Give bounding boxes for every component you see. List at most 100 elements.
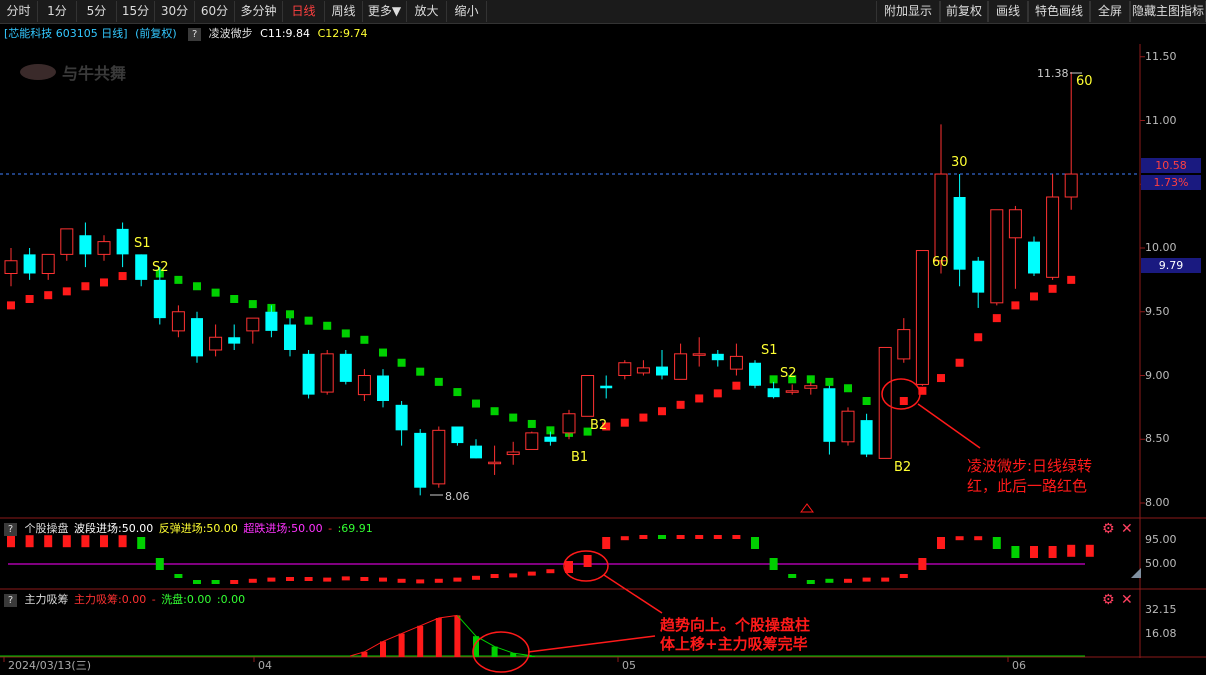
candle-body <box>339 353 352 382</box>
callout-text: 体上移+主力吸筹完毕 <box>660 635 808 653</box>
candle-body <box>785 390 799 393</box>
settings-gear-icon[interactable]: ⚙ <box>1102 521 1115 537</box>
trail-dot <box>658 407 666 416</box>
trail-dot <box>992 314 1001 323</box>
panel1-bar <box>844 578 852 583</box>
candle-body <box>432 429 446 485</box>
panel1-bar <box>137 537 146 549</box>
panel1-bar <box>397 578 406 583</box>
panel1-bar <box>304 577 313 581</box>
date-label: 04 <box>258 659 272 672</box>
panel2-bar <box>380 641 386 657</box>
panel2-accum: 主力吸筹:0.00 <box>74 593 147 606</box>
settings-gear-icon[interactable]: ⚙ <box>1102 592 1115 608</box>
trail-dot <box>25 295 34 303</box>
panel1-help-icon[interactable]: ? <box>4 522 17 536</box>
trail-dot <box>490 407 499 416</box>
candle-body <box>990 209 1004 304</box>
trail-dot <box>620 418 629 427</box>
panel1-bar <box>490 574 499 578</box>
candle-body <box>246 317 260 332</box>
panel2-help-icon[interactable]: ? <box>4 593 17 607</box>
callout-text: 凌波微步:日线绿转 <box>967 457 1092 475</box>
panel1-bar <box>806 580 815 584</box>
trail-dot <box>44 291 53 300</box>
candle-body <box>265 311 278 331</box>
trail-dot <box>100 278 108 287</box>
trail-dot <box>341 329 350 338</box>
trail-dot <box>695 394 704 403</box>
panel1-bar <box>286 577 294 581</box>
panel1-bar <box>732 535 741 539</box>
panel1-bar <box>341 576 350 581</box>
panel1-bar <box>862 577 871 582</box>
panel1-bar <box>472 575 480 580</box>
candle-body <box>692 353 706 356</box>
close-icon[interactable]: ✕ <box>1121 592 1133 608</box>
candle-body <box>600 385 613 389</box>
candle-body <box>320 353 334 393</box>
trail-dot <box>62 287 71 296</box>
candle-body <box>729 355 743 370</box>
trail-dot <box>118 272 127 281</box>
candle-body <box>60 228 74 255</box>
panel1-bar <box>211 580 220 584</box>
candle-body <box>1046 196 1060 278</box>
candle-body <box>414 432 427 488</box>
callout-text: 趋势向上。个股操盘柱 <box>660 616 810 634</box>
panel1-bar <box>546 569 555 574</box>
panel1-bar <box>1067 544 1076 557</box>
trail-dot <box>472 399 480 408</box>
callout-line <box>603 574 663 614</box>
signal-label: B2 <box>894 460 911 475</box>
trail-dot <box>7 301 15 310</box>
price-axis-label: 9.00 <box>1145 368 1170 382</box>
panel2-header: ? 主力吸筹 主力吸筹:0.00 - 洗盘:0.00 :0.00 <box>0 591 245 609</box>
trail-dot <box>193 282 201 291</box>
panel1-bar <box>360 577 369 581</box>
trail-dot <box>937 374 945 383</box>
trail-dot <box>974 333 983 342</box>
panel1-bar <box>174 574 183 578</box>
panel1-rebound: 反弹进场:50.00 <box>158 522 238 535</box>
signal-label: 60 <box>1076 74 1093 89</box>
candle-body <box>191 318 203 357</box>
resize-icon <box>1131 568 1141 578</box>
callout-line <box>527 635 656 653</box>
date-label: 05 <box>622 659 636 672</box>
candle-body <box>488 461 502 465</box>
trail-dot <box>397 358 406 367</box>
close-icon[interactable]: ✕ <box>1121 521 1133 537</box>
panel2-name: 主力吸筹 <box>24 593 69 606</box>
candle-body <box>749 362 761 386</box>
panel1-bar <box>695 535 704 539</box>
panel1-wave: 波段进场:50.00 <box>74 522 154 535</box>
panel2-tools: ⚙ ✕ <box>1102 592 1133 608</box>
bull-logo-icon <box>20 64 56 80</box>
trail-dot <box>676 400 685 409</box>
panel1-bar <box>1048 546 1057 558</box>
candle-body <box>228 337 241 344</box>
candle-body <box>153 279 166 319</box>
trail-dot <box>379 348 387 357</box>
panel1-tools: ⚙ ✕ <box>1102 521 1133 537</box>
panel1-bar <box>1030 546 1038 558</box>
candle-body <box>209 336 223 351</box>
candle-body <box>377 375 389 401</box>
panel2-bar <box>491 646 498 657</box>
panel1-bar <box>155 558 164 570</box>
panel1-bar <box>565 561 573 573</box>
panel1-bar <box>434 578 443 583</box>
candle-body <box>804 385 818 389</box>
signal-label: B2 <box>590 418 607 433</box>
trail-dot <box>248 300 257 309</box>
panel1-bar <box>1011 546 1020 558</box>
watermark-logo: 与牛共舞 <box>20 64 126 83</box>
candle-body <box>897 329 911 360</box>
highlight-circle <box>472 631 530 673</box>
panel2-bar <box>435 618 442 657</box>
panel2-axis-label: 32.15 <box>1145 603 1177 616</box>
trail-dot <box>899 397 908 405</box>
current-pct-tag: 1.73% <box>1141 175 1201 190</box>
kline-chart[interactable]: 2024/03/13(三) 04 05 06 与牛共舞 S1S2B1B2S1S2B26… <box>0 0 1206 675</box>
